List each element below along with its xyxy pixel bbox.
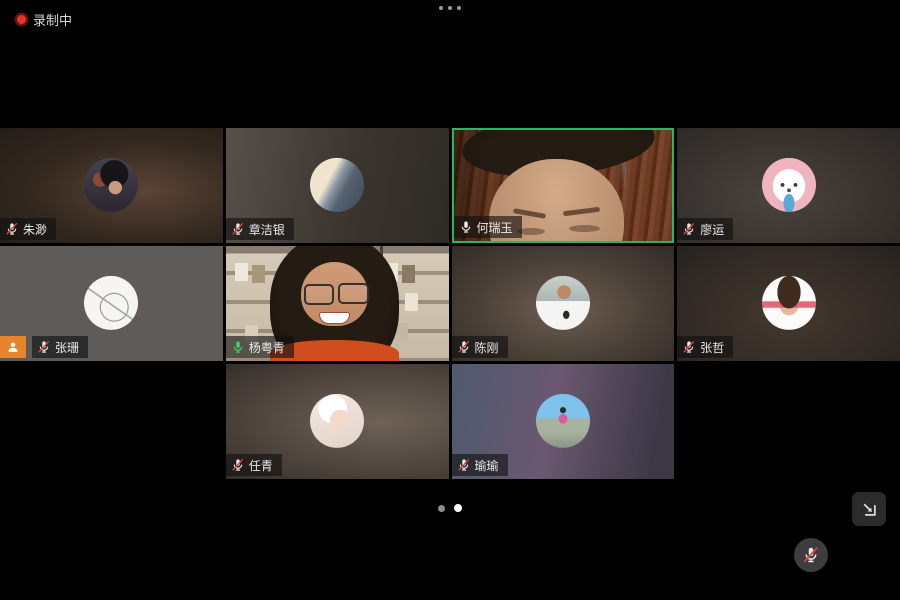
participant-name: 张珊 (55, 339, 79, 356)
name-label: 章洁银 (226, 218, 294, 240)
participant-label-row: 章洁银 (226, 218, 294, 240)
person-smile (319, 312, 350, 324)
mic-status-icon (37, 340, 51, 354)
participant-name: 章洁银 (249, 221, 285, 238)
name-label: 廖运 (677, 218, 733, 240)
host-badge-icon (0, 336, 26, 358)
avatar-photo-person-outdoors-sky (536, 393, 590, 447)
person-glasses (304, 284, 335, 305)
mic-status-icon (5, 222, 19, 236)
participant-name: 朱渺 (23, 221, 47, 238)
participant-name: 廖运 (700, 221, 724, 238)
participant-tile-zhangzhe[interactable]: 张哲 (677, 246, 900, 361)
participant-label-row: 陈刚 (452, 336, 508, 358)
view-toggle-button[interactable] (852, 492, 886, 526)
page-dot-1[interactable] (438, 505, 445, 512)
mic-status-icon (457, 340, 471, 354)
pagination (0, 504, 900, 512)
avatar-photo-woman-black-hat (84, 157, 138, 211)
participant-tile-chengang[interactable]: 陈刚 (452, 246, 675, 361)
participant-name: 瑜瑜 (475, 457, 499, 474)
collapse-view-icon (860, 500, 878, 518)
participant-tile-zhumiao[interactable]: 朱渺 (0, 128, 223, 243)
recording-indicator[interactable]: 录制中 (17, 10, 72, 29)
page-dot-2[interactable] (454, 504, 462, 512)
mic-status-icon (231, 458, 245, 472)
name-label: 瑜瑜 (452, 454, 508, 476)
participant-tile-liaoyun[interactable]: 廖运 (677, 128, 900, 243)
name-label: 杨粤青 (226, 336, 294, 358)
name-label: 陈刚 (452, 336, 508, 358)
mic-status-icon (231, 340, 245, 354)
participant-label-row: 张哲 (677, 336, 733, 358)
participant-label-row: 廖运 (677, 218, 733, 240)
avatar-line-sketch-woman-white (84, 275, 138, 329)
participant-label-row: 任青 (226, 454, 282, 476)
mic-status-icon (231, 222, 245, 236)
mic-status-icon (459, 220, 473, 234)
participant-label-row: 张珊 (0, 336, 88, 358)
avatar-photo-man-white-shirt-tie (536, 275, 590, 329)
participant-label-row: 何瑞玉 (454, 216, 522, 238)
participant-tile-yuyu[interactable]: 瑜瑜 (452, 364, 675, 479)
mic-status-icon (682, 340, 696, 354)
name-label: 张哲 (677, 336, 733, 358)
participant-tile-heruiyu[interactable]: 何瑞玉 (452, 128, 675, 243)
participant-tile-zhangshan[interactable]: 张珊 (0, 246, 223, 361)
mic-status-icon (682, 222, 696, 236)
participant-tile-yangyueqing[interactable]: 杨粤青 (226, 246, 449, 361)
muted-mic-icon (802, 546, 820, 564)
bookshelf-books (235, 263, 248, 281)
avatar-photo-baby-white-hat (310, 393, 364, 447)
participant-label-row: 瑜瑜 (452, 454, 508, 476)
name-label: 朱渺 (0, 218, 56, 240)
participant-grid: 朱渺 章洁 (0, 128, 900, 479)
avatar-cartoon-white-dog-pink (762, 157, 816, 211)
recording-dot-icon (17, 15, 26, 24)
participant-label-row: 朱渺 (0, 218, 56, 240)
participant-tile-renqing[interactable]: 任青 (226, 364, 449, 479)
participant-name: 何瑞玉 (477, 219, 513, 236)
avatar-photo-cat-in-blanket (310, 157, 364, 211)
participant-name: 杨粤青 (249, 339, 285, 356)
mic-status-icon (457, 458, 471, 472)
avatar-cartoon-boy-red-glasses (762, 275, 816, 329)
participant-name: 任青 (249, 457, 273, 474)
name-label: 任青 (226, 454, 282, 476)
meeting-window: 录制中 (0, 0, 900, 600)
participant-name: 张哲 (700, 339, 724, 356)
mic-control-button[interactable] (794, 538, 828, 572)
participant-name: 陈刚 (475, 339, 499, 356)
recording-label: 录制中 (33, 10, 72, 29)
name-label: 何瑞玉 (454, 216, 522, 238)
participant-tile-zhangjieyin[interactable]: 章洁银 (226, 128, 449, 243)
name-label: 张珊 (32, 336, 88, 358)
more-menu-icon[interactable] (0, 6, 900, 10)
person-glasses (338, 283, 369, 304)
participant-label-row: 杨粤青 (226, 336, 294, 358)
